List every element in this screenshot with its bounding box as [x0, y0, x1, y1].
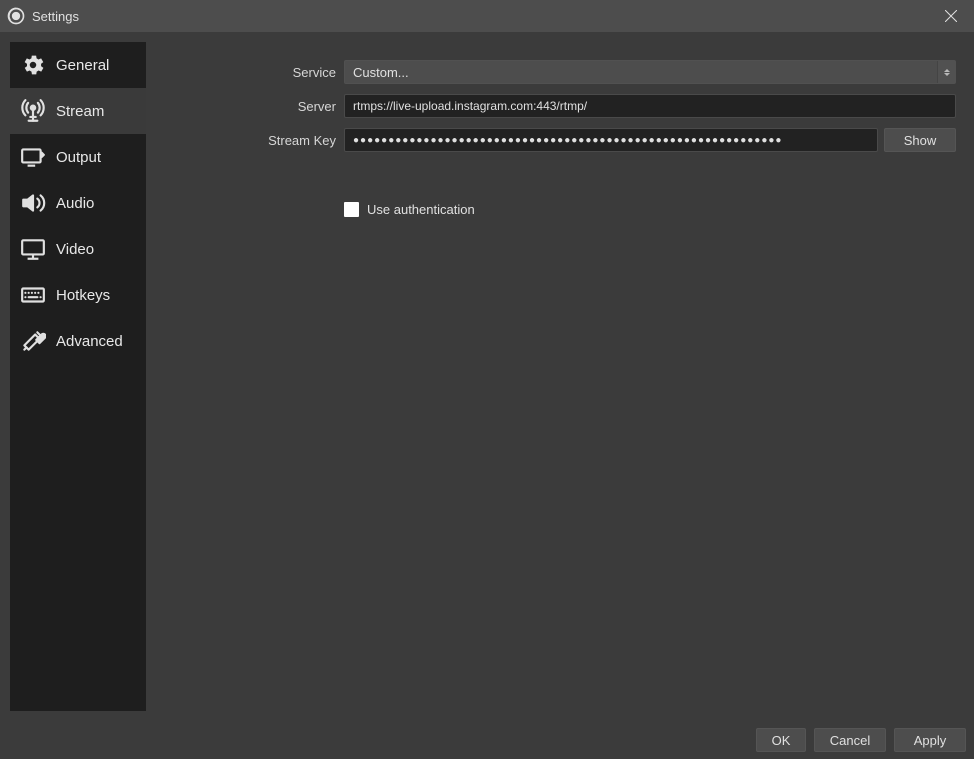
sidebar-item-label: Output — [56, 149, 101, 166]
service-label: Service — [246, 65, 336, 80]
cancel-button[interactable]: Cancel — [814, 728, 886, 752]
server-label: Server — [246, 99, 336, 114]
close-button[interactable] — [928, 0, 974, 32]
select-caret-icon — [937, 61, 955, 83]
server-input-value: rtmps://live-upload.instagram.com:443/rt… — [353, 99, 587, 113]
streamkey-label: Stream Key — [246, 133, 336, 148]
keyboard-icon — [20, 282, 46, 308]
sidebar-item-label: General — [56, 57, 109, 74]
output-icon — [20, 144, 46, 170]
ok-button[interactable]: OK — [756, 728, 806, 752]
titlebar: Settings — [0, 0, 974, 32]
sidebar-item-label: Stream — [56, 103, 104, 120]
service-select-value: Custom... — [353, 65, 409, 80]
app-icon — [6, 6, 26, 26]
sidebar-item-label: Audio — [56, 195, 94, 212]
sidebar-item-label: Hotkeys — [56, 287, 110, 304]
show-streamkey-button[interactable]: Show — [884, 128, 956, 152]
use-authentication-checkbox[interactable] — [344, 202, 359, 217]
use-authentication-label: Use authentication — [367, 202, 475, 217]
gear-icon — [20, 52, 46, 78]
speaker-icon — [20, 190, 46, 216]
sidebar-item-advanced[interactable]: Advanced — [10, 318, 146, 364]
server-input[interactable]: rtmps://live-upload.instagram.com:443/rt… — [344, 94, 956, 118]
sidebar-item-output[interactable]: Output — [10, 134, 146, 180]
apply-button[interactable]: Apply — [894, 728, 966, 752]
streamkey-input-value: ●●●●●●●●●●●●●●●●●●●●●●●●●●●●●●●●●●●●●●●●… — [353, 135, 782, 146]
sidebar-item-label: Advanced — [56, 333, 123, 350]
broadcast-icon — [20, 98, 46, 124]
sidebar-item-audio[interactable]: Audio — [10, 180, 146, 226]
sidebar-item-hotkeys[interactable]: Hotkeys — [10, 272, 146, 318]
dialog-footer: OK Cancel Apply — [0, 721, 974, 759]
sidebar-item-label: Video — [56, 241, 94, 258]
window-title: Settings — [32, 9, 79, 24]
settings-sidebar: General Stream — [10, 42, 146, 711]
service-select[interactable]: Custom... — [344, 60, 956, 84]
settings-content: Service Custom... Server rtmps://live — [146, 42, 964, 711]
monitor-icon — [20, 236, 46, 262]
sidebar-item-stream[interactable]: Stream — [10, 88, 146, 134]
sidebar-item-general[interactable]: General — [10, 42, 146, 88]
streamkey-input[interactable]: ●●●●●●●●●●●●●●●●●●●●●●●●●●●●●●●●●●●●●●●●… — [344, 128, 878, 152]
tools-icon — [20, 328, 46, 354]
sidebar-item-video[interactable]: Video — [10, 226, 146, 272]
